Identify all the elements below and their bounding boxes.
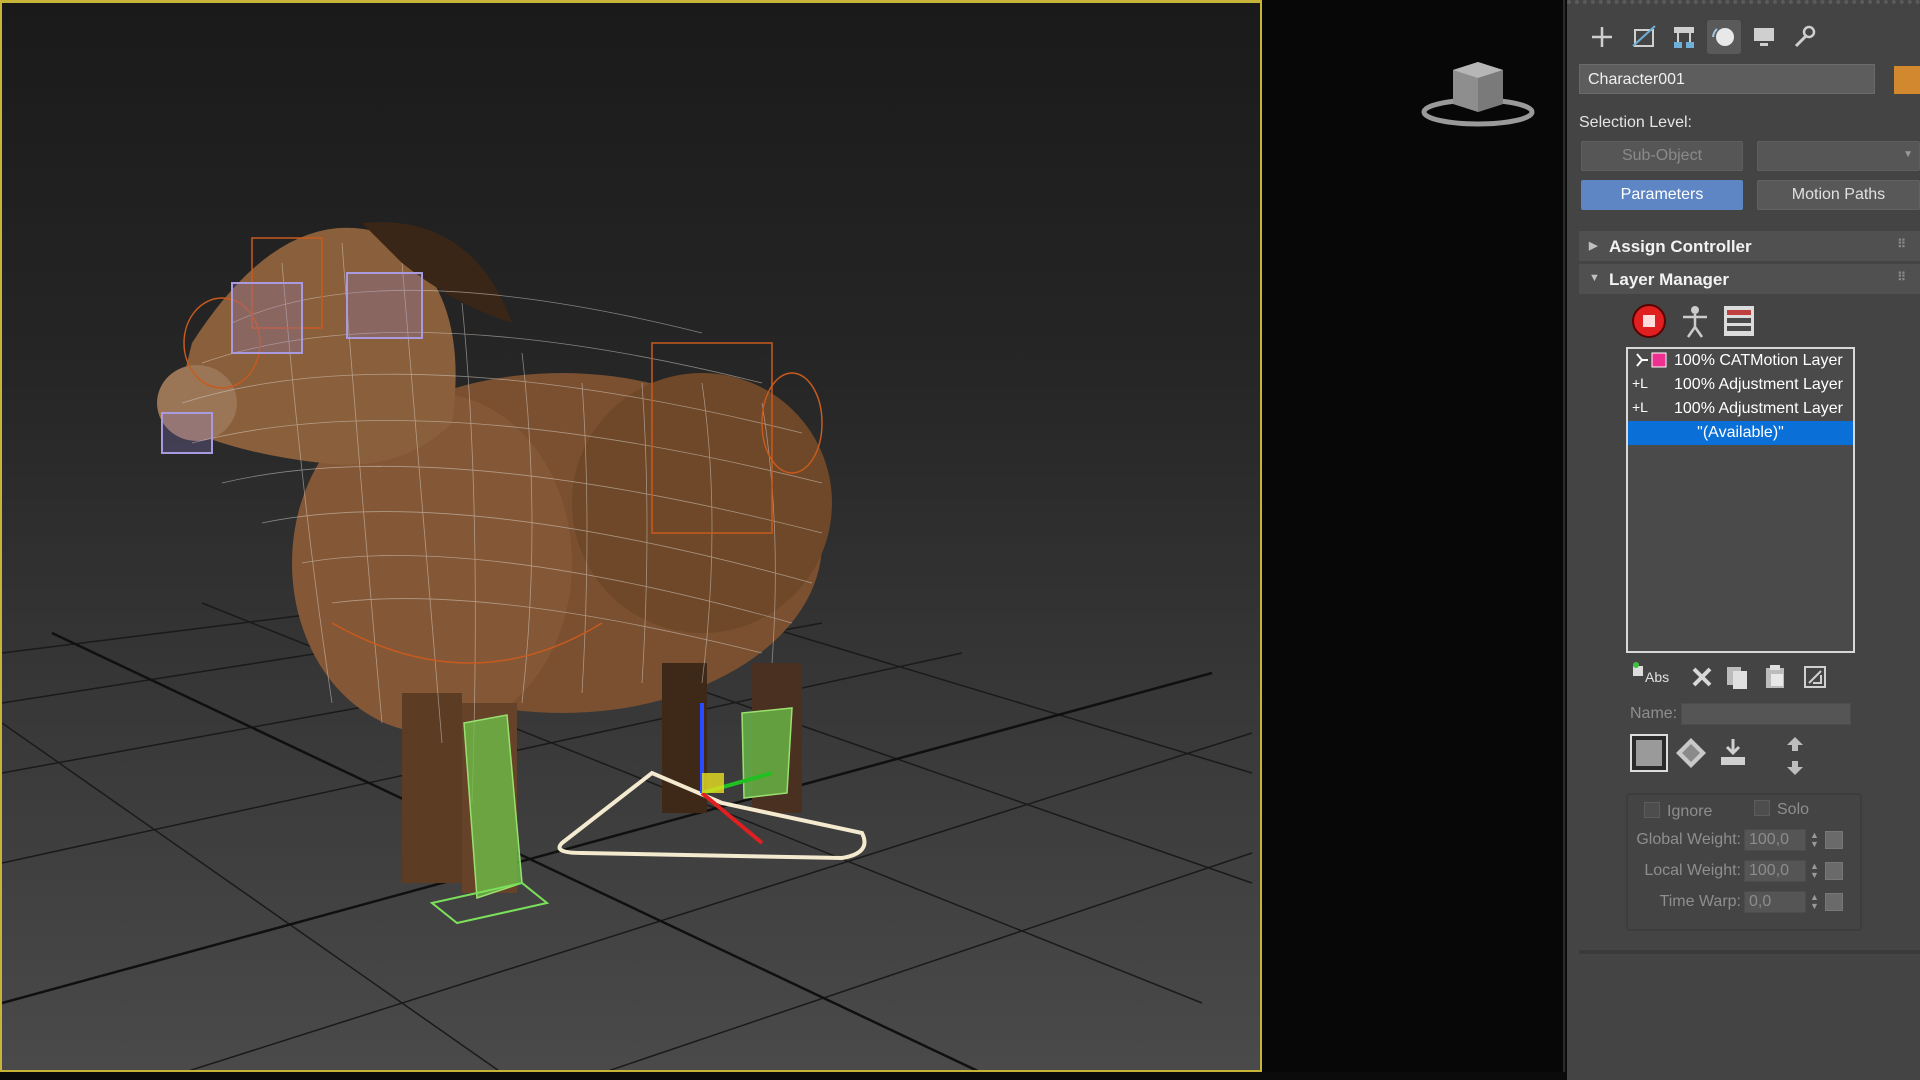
sub-object-button[interactable]: Sub-Object — [1581, 141, 1743, 171]
motion-icon[interactable] — [1707, 20, 1741, 54]
local-weight-label: Local Weight: — [1644, 862, 1741, 879]
chevron-down-icon: ▼ — [1903, 149, 1913, 160]
solo-checkbox[interactable] — [1754, 800, 1770, 816]
layer-manager-rollout[interactable]: ▼ Layer Manager ⠿ — [1579, 264, 1920, 294]
global-weight-spinner[interactable]: 100,0 — [1744, 829, 1806, 851]
hierarchy-icon[interactable] — [1667, 20, 1701, 54]
global-weight-label: Global Weight: — [1636, 831, 1741, 848]
layer-list[interactable]: 100% CATMotion Layer +L 100% Adjustment … — [1626, 347, 1855, 653]
delete-x-icon — [1692, 667, 1712, 687]
rollout-grip-icon: ⠿ — [1897, 237, 1906, 251]
layer-name-field[interactable] — [1681, 703, 1851, 725]
layer-row[interactable]: +L 100% Adjustment Layer — [1628, 397, 1853, 421]
viewcube-icon[interactable] — [1418, 56, 1538, 136]
diamond-key-icon — [1676, 738, 1706, 768]
scene-render — [2, 222, 1253, 1070]
name-label: Name: — [1630, 705, 1678, 722]
rig-figure-icon — [1683, 306, 1707, 338]
local-weight-curve-button[interactable] — [1825, 862, 1843, 880]
arrow-up-icon — [1787, 737, 1803, 751]
parameters-button[interactable]: Parameters — [1581, 180, 1743, 210]
ignore-checkbox[interactable] — [1644, 802, 1660, 818]
modify-icon[interactable] — [1627, 20, 1661, 54]
assign-controller-rollout[interactable]: ▶ Assign Controller ⠿ — [1579, 231, 1920, 261]
display-monitor-icon[interactable] — [1747, 20, 1781, 54]
rollout-grip-icon: ⠿ — [1897, 270, 1906, 284]
sub-object-dropdown[interactable]: ▼ — [1757, 141, 1920, 171]
copy-layer-button[interactable] — [1717, 658, 1757, 696]
layer-row[interactable]: +L 100% Adjustment Layer — [1628, 373, 1853, 397]
expanded-arrow-icon: ▼ — [1589, 272, 1600, 284]
command-panel-tabs — [1567, 0, 1920, 58]
move-layer-up-button[interactable] — [1775, 734, 1815, 754]
global-weight-curve-button[interactable] — [1825, 831, 1843, 849]
collapse-layers-icon — [1804, 666, 1826, 688]
catmotion-layer-icon — [1632, 351, 1668, 372]
paste-icon — [1766, 665, 1784, 688]
layer-list-icon — [1724, 306, 1754, 336]
selection-level-label: Selection Level: — [1579, 114, 1692, 131]
collapse-layer-button[interactable] — [1795, 658, 1835, 696]
time-warp-curve-button[interactable] — [1825, 893, 1843, 911]
import-download-icon — [1721, 739, 1745, 765]
solo-label: Solo — [1777, 801, 1810, 818]
record-stop-icon — [1632, 304, 1666, 338]
utilities-wrench-icon[interactable] — [1787, 20, 1821, 54]
add-layer-button[interactable]: Abs — [1627, 658, 1677, 696]
object-name-field[interactable]: Character001 — [1579, 64, 1875, 94]
paste-layer-button[interactable] — [1755, 658, 1795, 696]
layer-manager-title: Layer Manager — [1609, 270, 1729, 289]
viewport-letterbox — [1262, 0, 1565, 1072]
layer-row-available[interactable]: "(Available)" — [1628, 421, 1853, 445]
record-animation-button[interactable] — [1629, 302, 1669, 340]
command-panel: Character001 Selection Level: Sub-Object… — [1567, 0, 1920, 1080]
create-plus-icon[interactable] — [1585, 20, 1619, 54]
spinner-arrows-icon[interactable]: ▲ ▼ — [1810, 893, 1819, 911]
setup-mode-button[interactable] — [1675, 302, 1715, 340]
bake-layer-button[interactable] — [1713, 734, 1753, 772]
layer-list-button[interactable] — [1719, 302, 1759, 340]
ignore-label: Ignore — [1667, 803, 1713, 820]
layer-color-icon — [1630, 734, 1668, 772]
perspective-viewport[interactable] — [0, 0, 1262, 1072]
key-layer-button[interactable] — [1671, 734, 1711, 772]
spinner-arrows-icon[interactable]: ▲ ▼ — [1810, 831, 1819, 849]
time-warp-label: Time Warp: — [1659, 893, 1741, 910]
object-color-swatch[interactable] — [1894, 66, 1920, 94]
abs-label: Abs — [1645, 669, 1670, 685]
arrow-down-icon — [1787, 761, 1803, 775]
move-layer-down-button[interactable] — [1775, 758, 1815, 778]
assign-controller-title: Assign Controller — [1609, 237, 1752, 256]
spinner-arrows-icon[interactable]: ▲ ▼ — [1810, 862, 1819, 880]
local-weight-spinner[interactable]: 100,0 — [1744, 860, 1806, 882]
copy-icon — [1727, 667, 1747, 689]
delete-layer-button[interactable] — [1682, 658, 1722, 696]
layer-color-button[interactable] — [1629, 734, 1669, 772]
time-warp-spinner[interactable]: 0,0 — [1744, 891, 1806, 913]
motion-paths-button[interactable]: Motion Paths — [1757, 180, 1920, 210]
collapsed-arrow-icon: ▶ — [1589, 240, 1598, 252]
panel-divider — [1579, 950, 1920, 954]
layer-row[interactable]: 100% CATMotion Layer — [1628, 349, 1853, 373]
